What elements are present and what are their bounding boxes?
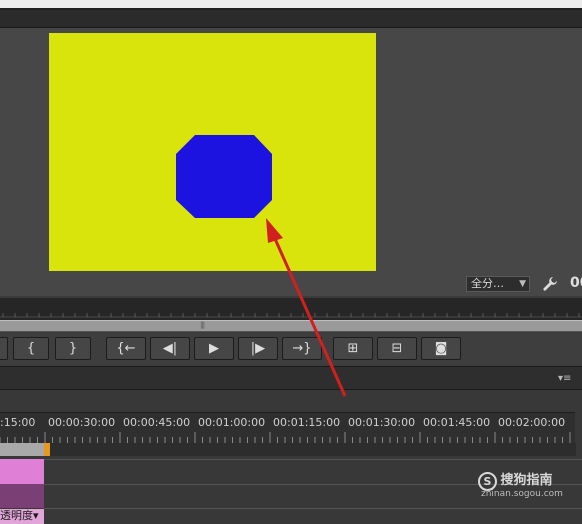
step-back-icon: ◀|	[162, 341, 178, 356]
play-icon: ▶	[209, 341, 219, 356]
step-back-button[interactable]: ◀|	[150, 337, 190, 360]
go-to-out-button[interactable]: →}	[282, 337, 322, 360]
octagon-polygon	[176, 135, 272, 218]
blue-octagon-shape	[176, 135, 272, 218]
zoom-level-value: 全分…	[471, 277, 504, 290]
wrench-icon[interactable]	[542, 276, 558, 292]
scroll-grip-icon[interactable]: |||	[200, 321, 205, 329]
ruler-label: :15:00	[0, 416, 36, 429]
video-clip-keyframe-lane[interactable]	[0, 484, 44, 508]
step-forward-button[interactable]: |▶	[238, 337, 278, 360]
export-frame-button[interactable]: ◙	[421, 337, 461, 360]
watermark-brand: 搜狗指南	[500, 473, 553, 488]
go-to-in-icon: {←	[116, 341, 136, 356]
opacity-dropdown[interactable]: 透明度▾	[0, 509, 44, 524]
watermark: S 搜狗指南 zhinan.sogou.com	[478, 469, 563, 499]
mark-out-button[interactable]: }	[55, 337, 91, 360]
overwrite-button[interactable]: ⊟	[377, 337, 417, 360]
mark-in-button[interactable]: {	[13, 337, 49, 360]
transport-button-partial[interactable]	[0, 337, 8, 360]
ruler-label: 00:01:15:00	[273, 416, 341, 429]
ruler-label: 00:01:30:00	[348, 416, 416, 429]
monitor-panel-header	[0, 10, 582, 28]
watermark-url: zhinan.sogou.com	[481, 489, 563, 499]
zoom-level-select[interactable]: 全分… ▼	[466, 276, 530, 292]
ruler-label: 00:00:45:00	[123, 416, 191, 429]
panel-menu-icon[interactable]: ▾≡	[558, 373, 571, 384]
insert-icon: ⊞	[347, 341, 359, 356]
go-to-out-icon: →}	[292, 341, 312, 356]
top-strip	[0, 0, 582, 8]
insert-button[interactable]: ⊞	[333, 337, 373, 360]
sequence-tab-bar	[0, 366, 582, 390]
camera-icon: ◙	[434, 341, 448, 356]
ruler-label: 00:01:00:00	[198, 416, 266, 429]
overwrite-icon: ⊟	[391, 341, 403, 356]
timecode-display: 00	[570, 275, 582, 291]
step-forward-icon: |▶	[250, 341, 266, 356]
ruler-label: 00:02:00:00	[498, 416, 566, 429]
work-area-bar[interactable]	[0, 443, 47, 456]
ruler-label: 00:00:30:00	[48, 416, 116, 429]
zoom-scroll-bar[interactable]	[0, 320, 582, 332]
mark-out-icon: }	[68, 341, 78, 356]
video-clip[interactable]	[0, 459, 44, 484]
monitor-ruler[interactable]	[0, 298, 582, 320]
play-button[interactable]: ▶	[194, 337, 234, 360]
chevron-down-icon: ▼	[519, 279, 526, 289]
monitor-ruler-ticks	[0, 313, 582, 318]
ruler-label: 00:01:45:00	[423, 416, 491, 429]
go-to-in-button[interactable]: {←	[106, 337, 146, 360]
mark-in-icon: {	[26, 341, 36, 356]
sogou-logo-icon: S	[478, 471, 497, 491]
work-area-track	[50, 443, 576, 456]
